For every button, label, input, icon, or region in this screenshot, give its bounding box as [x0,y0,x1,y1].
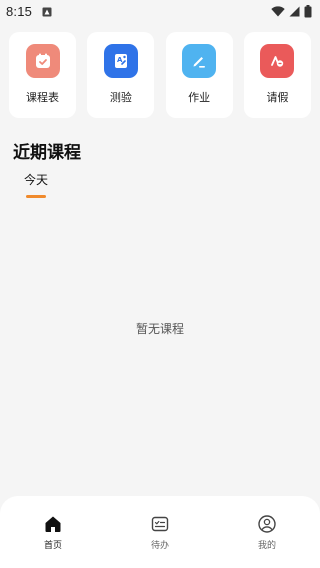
quick-card-schedule[interactable]: 课程表 [9,32,76,118]
todo-icon [150,514,170,534]
section-title: 近期课程 [13,143,81,163]
quick-actions: 课程表 A 测验 作业 请假 [9,32,311,118]
signal-icon [289,6,300,17]
nav-label-home: 首页 [43,541,62,551]
status-bar: 8:15 [0,0,320,22]
bottom-nav: 首页 待办 我的 [0,496,320,568]
status-right [271,4,312,18]
quick-label-quiz: 测验 [109,91,132,104]
homework-icon [182,44,217,78]
status-left: 8:15 [6,4,52,19]
nav-item-profile[interactable]: 我的 [239,496,295,568]
quiz-icon: A [103,44,138,78]
tab-today[interactable]: 今天 [24,171,48,188]
quick-card-leave[interactable]: 请假 [243,32,311,118]
nav-label-todo: 待办 [150,541,169,551]
nav-item-todo[interactable]: 待办 [132,496,188,568]
quick-label-homework: 作业 [188,91,211,104]
quick-label-schedule: 课程表 [26,91,59,104]
schedule-icon [25,44,60,78]
notification-icon [42,6,52,17]
nav-label-profile: 我的 [257,541,276,551]
quick-label-leave: 请假 [266,91,289,104]
home-icon [43,514,63,534]
quick-card-quiz[interactable]: A 测验 [87,32,155,118]
empty-state-text: 暂无课程 [135,322,184,336]
wifi-icon [271,5,285,17]
leave-icon [260,44,295,78]
profile-icon [257,514,277,534]
status-time: 8:15 [6,3,33,19]
nav-item-home[interactable]: 首页 [25,496,81,568]
quick-card-homework[interactable]: 作业 [165,32,233,118]
battery-icon [304,4,312,18]
tab-active-indicator [26,195,46,198]
